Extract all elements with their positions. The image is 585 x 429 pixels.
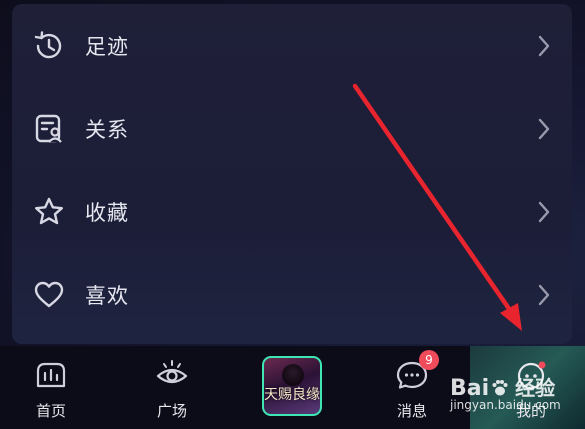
menu-item-relations[interactable]: 关系 [12,89,572,169]
tab-home[interactable]: 首页 [34,346,68,429]
menu-item-label: 足迹 [85,35,129,59]
history-icon [32,29,66,63]
chat-bubble-icon: 9 [395,350,439,392]
screen: 足迹 关系 收藏 喜欢 首页 广场 9 消息 天赐良缘 我的 Bai 经验 ji… [0,0,585,429]
album-cover-title: 天赐良缘 [264,387,320,403]
menu-item-label: 收藏 [85,201,129,225]
contact-card-icon [32,112,66,146]
tab-label: 我的 [515,402,546,420]
menu-item-footprint[interactable]: 足迹 [12,6,572,86]
chevron-right-icon [536,200,552,224]
tab-label: 广场 [156,402,187,420]
star-icon [32,195,66,229]
chevron-right-icon [536,117,552,141]
home-chart-icon [34,358,68,392]
chevron-right-icon [536,283,552,307]
messages-badge: 9 [419,350,439,370]
tab-label: 首页 [35,402,66,420]
menu-item-favorites[interactable]: 收藏 [12,172,572,252]
tab-mine[interactable]: 我的 [514,346,548,429]
tab-label: 消息 [396,402,427,420]
menu-card: 足迹 关系 收藏 喜欢 [12,4,572,344]
album-cover-art [282,364,304,386]
chevron-right-icon [536,34,552,58]
tab-messages[interactable]: 9 消息 [395,346,439,429]
robot-face-icon [514,358,548,392]
menu-item-label: 喜欢 [85,284,129,308]
tab-square[interactable]: 广场 [155,346,189,429]
now-playing-album-button[interactable]: 天赐良缘 [262,356,322,416]
menu-item-label: 关系 [85,118,129,142]
menu-item-likes[interactable]: 喜欢 [12,255,572,335]
heart-icon [32,278,66,312]
eye-icon [155,358,189,392]
